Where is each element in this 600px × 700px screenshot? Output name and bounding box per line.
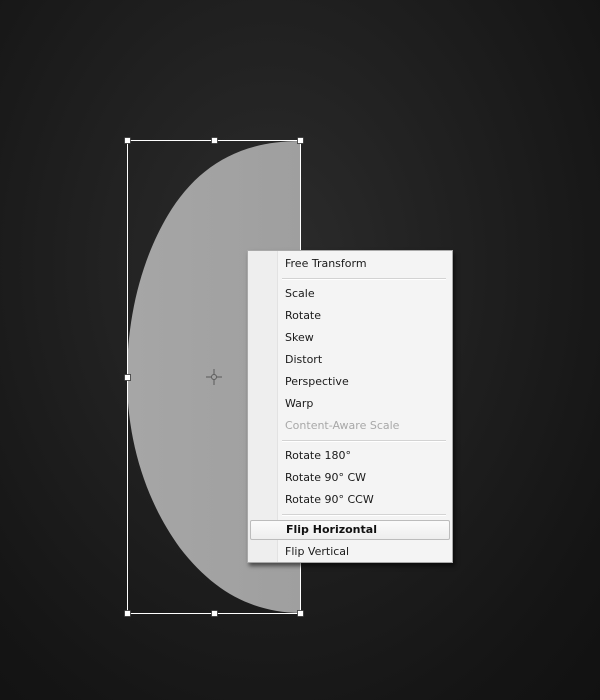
menu-item-skew[interactable]: Skew <box>250 328 450 348</box>
menu-separator <box>282 278 446 280</box>
handle-bottom-center <box>211 610 218 617</box>
menu-item-flip-vertical[interactable]: Flip Vertical <box>250 542 450 562</box>
menu-item-flip-horizontal[interactable]: Flip Horizontal <box>250 520 450 540</box>
menu-item-free-transform[interactable]: Free Transform <box>250 254 450 274</box>
menu-item-rotate-90-cw[interactable]: Rotate 90° CW <box>250 468 450 488</box>
handle-top-left <box>124 137 131 144</box>
menu-item-content-aware-scale: Content-Aware Scale <box>285 419 400 432</box>
menu-item-distort[interactable]: Distort <box>250 350 450 370</box>
handle-middle-left <box>124 374 131 381</box>
menu-item-warp[interactable]: Warp <box>250 394 450 414</box>
handle-bottom-right <box>297 610 304 617</box>
handle-bottom-left <box>124 610 131 617</box>
menu-item-rotate-180[interactable]: Rotate 180° <box>250 446 450 466</box>
handle-top-right <box>297 137 304 144</box>
menu-separator <box>282 514 446 516</box>
menu-item-rotate-90-ccw[interactable]: Rotate 90° CCW <box>250 490 450 510</box>
menu-item-rotate[interactable]: Rotate <box>250 306 450 326</box>
handle-top-center <box>211 137 218 144</box>
menu-item-scale[interactable]: Scale <box>250 284 450 304</box>
menu-item-perspective[interactable]: Perspective <box>250 372 450 392</box>
menu-separator <box>282 440 446 442</box>
transform-context-menu: Free Transform Scale Rotate Skew Distort… <box>247 250 453 563</box>
